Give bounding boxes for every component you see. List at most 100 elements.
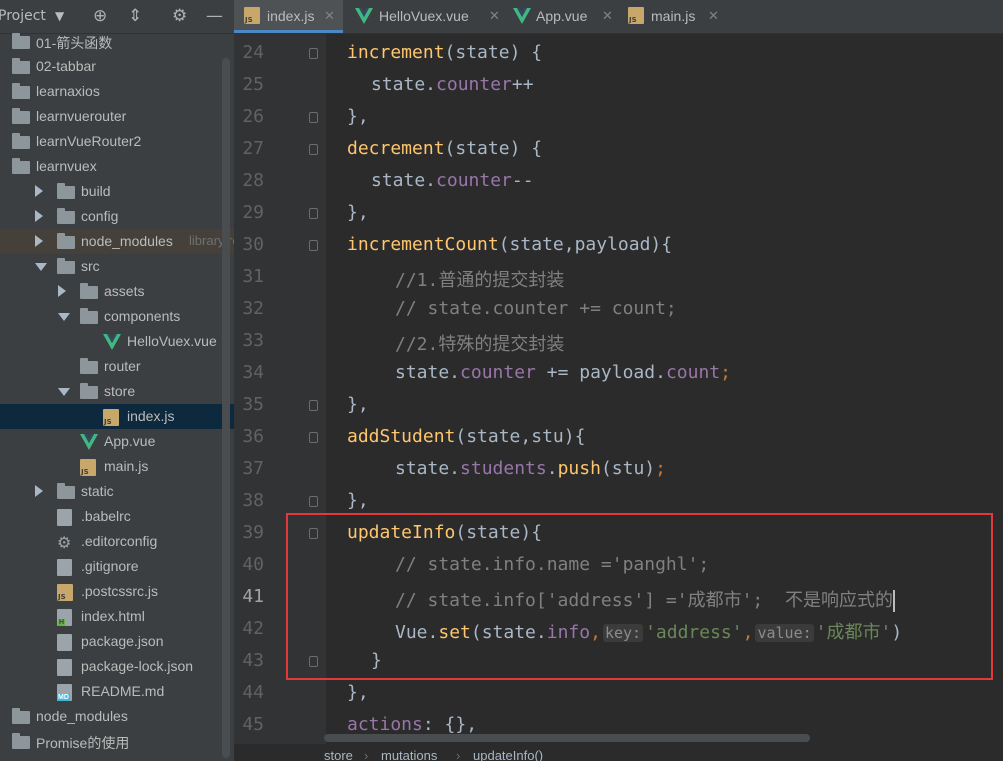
chevron-right-icon[interactable]: [35, 185, 43, 197]
breadcrumb-updateinfo[interactable]: updateInfo(): [473, 748, 543, 761]
tree-item[interactable]: MD README.md: [0, 679, 234, 704]
tree-item-label: router: [104, 358, 141, 374]
code-line-33[interactable]: //2.特殊的提交封装: [395, 330, 564, 356]
code-line-31[interactable]: //1.普通的提交封装: [395, 266, 564, 292]
tree-item[interactable]: Promise的使用: [0, 729, 234, 754]
tab-hellovuex-vue[interactable]: HelloVuex.vue ✕: [343, 0, 503, 33]
close-icon[interactable]: ✕: [708, 8, 719, 24]
project-panel: Project ▼ ⊕ ⇕ ⚙ — 01-箭头函数 02-tabbar learna…: [0, 0, 234, 761]
code-line-24[interactable]: increment(state) {: [347, 42, 542, 63]
markdown-file-icon: MD: [57, 684, 72, 701]
project-panel-title[interactable]: Project: [0, 8, 46, 24]
code-line-36[interactable]: addStudent(state,stu){: [347, 426, 585, 447]
fold-marker-icon[interactable]: [309, 112, 318, 123]
code-line-29[interactable]: },: [347, 202, 369, 223]
chevron-right-icon[interactable]: [35, 485, 43, 497]
tree-item[interactable]: package-lock.json: [0, 654, 234, 679]
tree-item[interactable]: node_moduleslibrary roo: [0, 229, 234, 254]
close-icon[interactable]: ✕: [489, 8, 500, 24]
project-scrollbar[interactable]: [222, 58, 230, 758]
tab-app-vue[interactable]: App.vue ✕: [503, 0, 618, 33]
tree-item[interactable]: JS main.js: [0, 454, 234, 479]
fold-marker-icon[interactable]: [309, 240, 318, 251]
tree-item-label: package.json: [81, 633, 164, 649]
folder-icon: [12, 708, 30, 724]
chevron-down-icon[interactable]: [35, 263, 47, 271]
fold-marker-icon[interactable]: [309, 144, 318, 155]
code-line-34[interactable]: state.counter += payload.count;: [395, 362, 731, 383]
tree-item[interactable]: HelloVuex.vue: [0, 329, 234, 354]
fold-marker-icon[interactable]: [309, 496, 318, 507]
code-line-38[interactable]: },: [347, 490, 369, 511]
code-line-26[interactable]: },: [347, 106, 369, 127]
config-file-icon: [57, 634, 72, 651]
code-line-44[interactable]: },: [347, 682, 369, 703]
tree-item[interactable]: config: [0, 204, 234, 229]
editor-tab-bar: JS index.js ✕ HelloVuex.vue ✕ App.vue ✕ …: [234, 0, 1003, 34]
tree-item[interactable]: learnvuex: [0, 154, 234, 179]
tree-item[interactable]: ⚙ .editorconfig: [0, 529, 234, 554]
line-number: 41: [242, 586, 264, 607]
code-line-37[interactable]: state.students.push(stu);: [395, 458, 666, 479]
tree-item[interactable]: learnVueRouter2: [0, 129, 234, 154]
code-line-45[interactable]: actions: {},: [347, 714, 477, 735]
config-file-icon: [57, 559, 72, 576]
tab-index-js[interactable]: JS index.js ✕: [234, 0, 343, 33]
code-line-25[interactable]: state.counter++: [371, 74, 534, 95]
code-line-32[interactable]: // state.counter += count;: [395, 298, 677, 319]
fold-marker-icon[interactable]: [309, 400, 318, 411]
close-icon[interactable]: ✕: [602, 8, 613, 24]
tree-item[interactable]: learnvuerouter: [0, 104, 234, 129]
tree-item[interactable]: static: [0, 479, 234, 504]
code-line-35[interactable]: },: [347, 394, 369, 415]
code-line-30[interactable]: incrementCount(state,payload){: [347, 234, 672, 255]
fold-marker-icon[interactable]: [309, 208, 318, 219]
line-number: 29: [242, 202, 264, 223]
tree-item[interactable]: node_modules: [0, 704, 234, 729]
breadcrumb-separator: ›: [364, 748, 369, 761]
tree-item[interactable]: Hindex.html: [0, 604, 234, 629]
tree-item-label: node_modules: [81, 233, 173, 249]
tree-item[interactable]: package.json: [0, 629, 234, 654]
tree-item[interactable]: .babelrc: [0, 504, 234, 529]
code-line-27[interactable]: decrement(state) {: [347, 138, 542, 159]
chevron-down-icon[interactable]: [58, 388, 70, 396]
chevron-right-icon[interactable]: [58, 285, 66, 297]
tree-item[interactable]: App.vue: [0, 429, 234, 454]
breadcrumb-mutations[interactable]: mutations: [381, 748, 437, 761]
chevron-right-icon[interactable]: [35, 235, 43, 247]
code-editor[interactable]: 24 25 26 27 28 29 30 31 32 33 34 35 36 37 38 39 40 41 42 43…: [234, 34, 1003, 761]
tree-item[interactable]: learnaxios: [0, 79, 234, 104]
fold-marker-icon[interactable]: [309, 48, 318, 59]
tree-item[interactable]: router: [0, 354, 234, 379]
fold-marker-icon[interactable]: [309, 432, 318, 443]
js-file-icon: JS: [628, 7, 644, 24]
tab-label: main.js: [651, 8, 696, 24]
minimize-icon[interactable]: —: [206, 6, 223, 26]
chevron-down-icon[interactable]: [58, 313, 70, 321]
chevron-down-icon[interactable]: ▼: [55, 9, 64, 23]
tree-item[interactable]: 02-tabbar: [0, 54, 234, 79]
tree-item[interactable]: components: [0, 304, 234, 329]
tree-item[interactable]: JS .postcssrc.js: [0, 579, 234, 604]
code-line-28[interactable]: state.counter--: [371, 170, 534, 191]
vue-file-icon: [355, 8, 373, 24]
close-icon[interactable]: ✕: [324, 8, 335, 24]
tree-item[interactable]: .gitignore: [0, 554, 234, 579]
folder-icon: [57, 208, 75, 224]
locate-icon[interactable]: ⊕: [93, 6, 107, 26]
tab-main-js[interactable]: JS main.js ✕: [618, 0, 728, 33]
tree-item[interactable]: store: [0, 379, 234, 404]
horizontal-scrollbar[interactable]: [324, 734, 810, 742]
tree-item-label: .postcssrc.js: [81, 583, 159, 599]
tree-item[interactable]: assets: [0, 279, 234, 304]
gear-icon[interactable]: ⚙: [172, 6, 187, 26]
tree-item[interactable]: 01-箭头函数: [0, 29, 234, 54]
tree-item-label: HelloVuex.vue: [127, 333, 217, 349]
tree-item[interactable]: src: [0, 254, 234, 279]
breadcrumb-store[interactable]: store: [324, 748, 353, 761]
collapse-all-icon[interactable]: ⇕: [128, 6, 142, 26]
tree-item[interactable]: JS index.js: [0, 404, 234, 429]
tree-item[interactable]: build: [0, 179, 234, 204]
chevron-right-icon[interactable]: [35, 210, 43, 222]
